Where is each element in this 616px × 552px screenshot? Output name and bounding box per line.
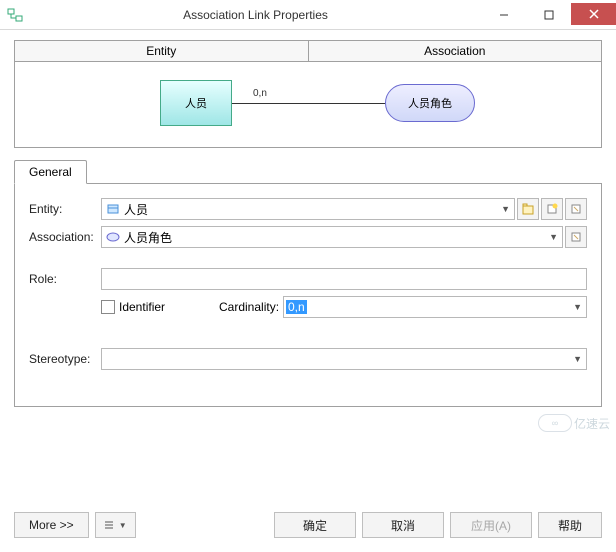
apply-button[interactable]: 应用(A): [450, 512, 532, 538]
general-panel: Entity: 人员 ▼ Association: 人员角色 ▼ Role:: [14, 184, 602, 407]
association-combo[interactable]: 人员角色 ▼: [101, 226, 563, 248]
watermark: ∞ 亿速云: [538, 414, 610, 432]
menu-icon: [104, 519, 116, 531]
chevron-down-icon: ▼: [573, 302, 582, 312]
entity-icon: [106, 202, 120, 216]
cloud-icon: ∞: [538, 414, 572, 432]
association-icon: [106, 230, 120, 244]
entity-label: Entity:: [29, 202, 101, 216]
titlebar: Association Link Properties: [0, 0, 616, 30]
menu-button[interactable]: ▼: [95, 512, 136, 538]
chevron-down-icon: ▼: [501, 204, 510, 214]
chevron-down-icon: ▼: [549, 232, 558, 242]
more-button[interactable]: More >>: [14, 512, 89, 538]
ok-button[interactable]: 确定: [274, 512, 356, 538]
entity-browse-button[interactable]: [517, 198, 539, 220]
maximize-button[interactable]: [526, 4, 571, 26]
entity-new-button[interactable]: [541, 198, 563, 220]
chevron-down-icon: ▼: [573, 354, 582, 364]
role-input[interactable]: [101, 268, 587, 290]
header-association[interactable]: Association: [309, 41, 602, 61]
minimize-button[interactable]: [481, 4, 526, 26]
stereotype-label: Stereotype:: [29, 352, 101, 366]
entity-properties-button[interactable]: [565, 198, 587, 220]
association-value: 人员角色: [124, 229, 549, 246]
cardinality-value: 0,n: [286, 300, 307, 314]
diagram-entity: 人员: [160, 80, 232, 126]
cardinality-label: Cardinality:: [219, 300, 283, 314]
diagram-cardinality-label: 0,n: [253, 88, 267, 99]
help-button[interactable]: 帮助: [538, 512, 602, 538]
stereotype-combo[interactable]: ▼: [101, 348, 587, 370]
header-entity[interactable]: Entity: [15, 41, 309, 61]
entity-combo[interactable]: 人员 ▼: [101, 198, 515, 220]
window-title: Association Link Properties: [30, 8, 481, 22]
diagram-preview: 人员 0,n 人员角色: [14, 62, 602, 148]
app-icon: [0, 7, 30, 23]
identifier-label: Identifier: [119, 300, 219, 314]
association-properties-button[interactable]: [565, 226, 587, 248]
association-label: Association:: [29, 230, 101, 244]
diagram-association: 人员角色: [385, 84, 475, 122]
role-label: Role:: [29, 272, 101, 286]
diagram-link-line: [232, 103, 385, 104]
tab-general[interactable]: General: [14, 160, 87, 184]
tab-strip: General: [14, 160, 602, 184]
cardinality-combo[interactable]: 0,n ▼: [283, 296, 587, 318]
header-row: Entity Association: [14, 40, 602, 62]
button-bar: More >> ▼ 确定 取消 应用(A) 帮助: [14, 512, 602, 538]
cancel-button[interactable]: 取消: [362, 512, 444, 538]
close-button[interactable]: [571, 3, 616, 25]
entity-value: 人员: [124, 201, 501, 218]
identifier-checkbox[interactable]: [101, 300, 115, 314]
